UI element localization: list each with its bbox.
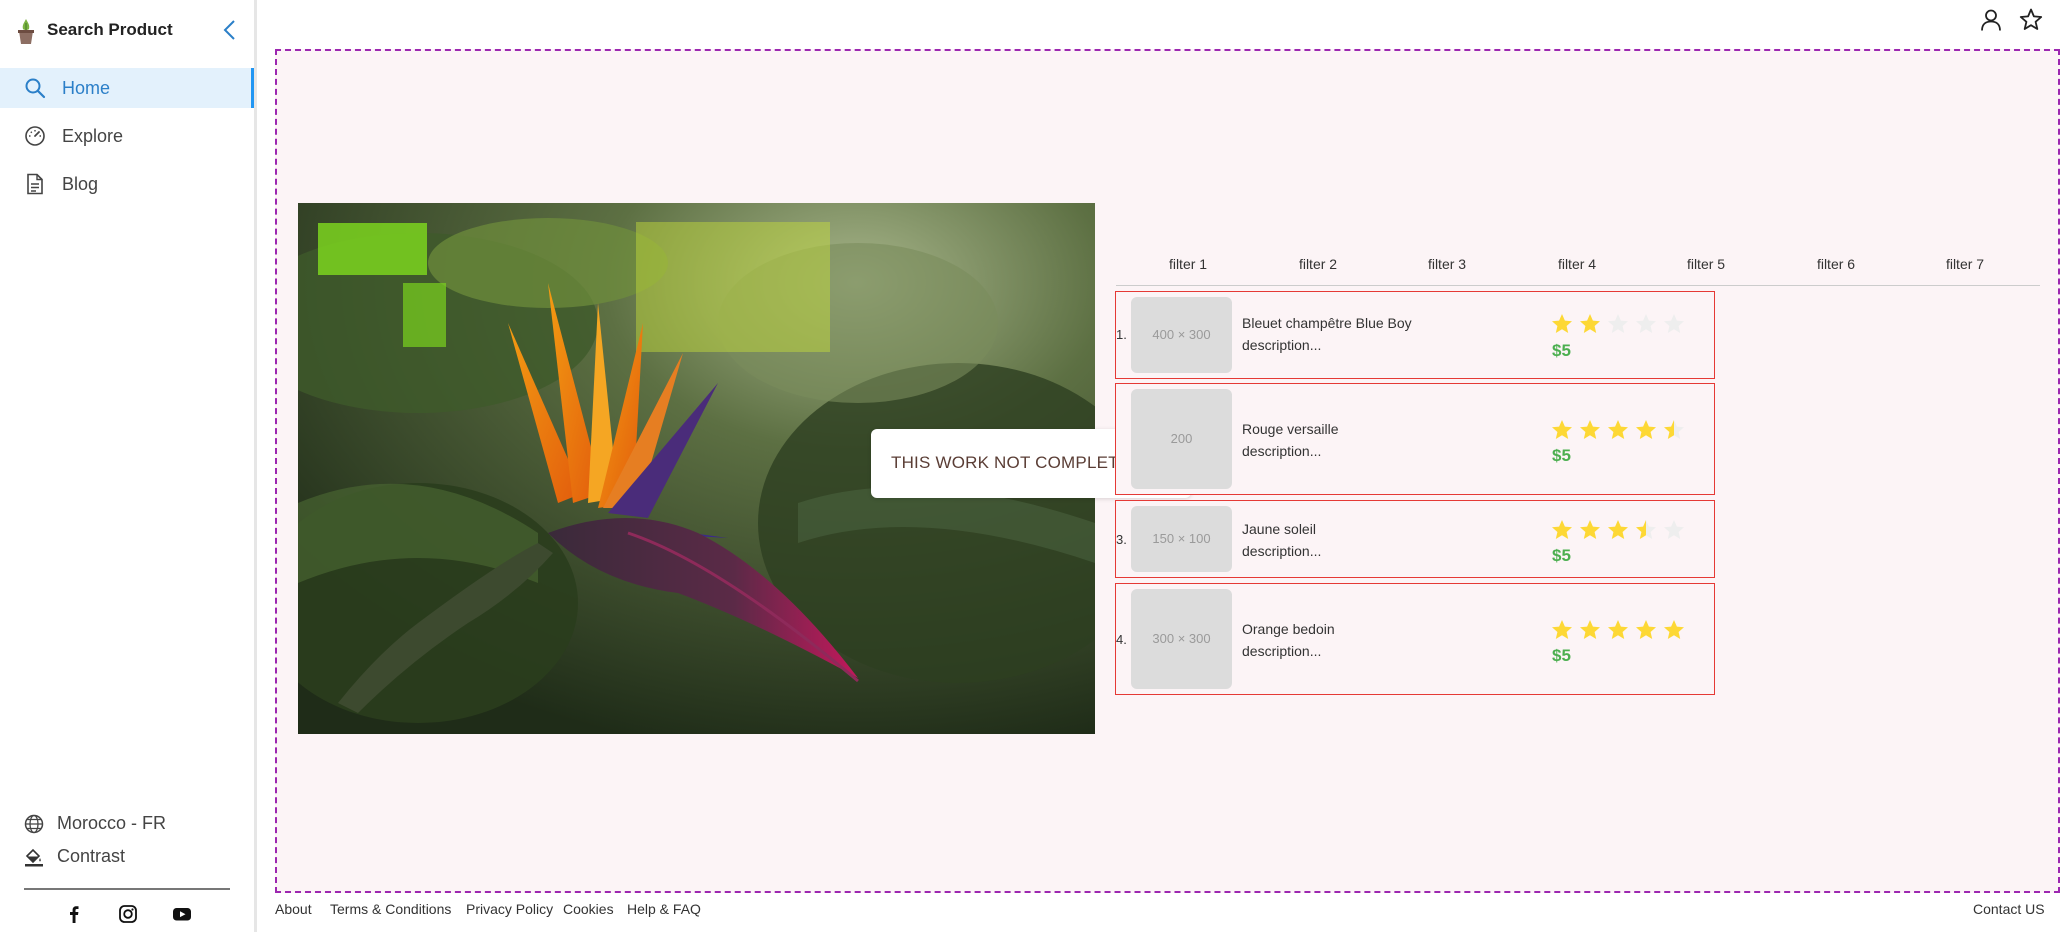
footer-link-privacy[interactable]: Privacy Policy <box>466 901 553 917</box>
footer-link-cookies[interactable]: Cookies <box>563 901 614 917</box>
rating-star-icon <box>1664 620 1684 639</box>
sidebar-item-blog[interactable]: Blog <box>0 164 254 204</box>
contrast-label: Contrast <box>57 846 126 866</box>
filter-3[interactable]: filter 3 <box>1397 256 1497 272</box>
filter-5[interactable]: filter 5 <box>1656 256 1756 272</box>
sidebar-item-label: Blog <box>62 174 99 194</box>
sidebar-item-home[interactable]: Home <box>0 68 254 108</box>
rating-star-icon <box>1552 314 1572 333</box>
youtube-icon[interactable] <box>171 903 193 925</box>
rating-star-icon <box>1580 620 1600 639</box>
rating-star-icon <box>1636 620 1656 639</box>
app-title: Search Product <box>47 20 173 39</box>
filter-2[interactable]: filter 2 <box>1268 256 1368 272</box>
rating-star-icon <box>1636 520 1656 539</box>
product-price: $5 <box>1552 646 1571 665</box>
rating-star-icon <box>1580 314 1600 333</box>
product-thumbnail: 150 × 100 <box>1131 506 1232 572</box>
sidebar-item-label: Explore <box>62 126 124 146</box>
product-name: Jaune soleil <box>1242 521 1316 537</box>
product-number: 3. <box>1116 532 1127 547</box>
search-icon <box>25 78 46 99</box>
product-description: description... <box>1242 643 1322 659</box>
product-price: $5 <box>1552 546 1571 565</box>
filter-6[interactable]: filter 6 <box>1786 256 1886 272</box>
filter-7[interactable]: filter 7 <box>1915 256 2015 272</box>
rating-star-icon <box>1608 314 1628 333</box>
footer-link-contact[interactable]: Contact US <box>1973 901 2045 917</box>
rating-star-icon <box>1664 420 1684 439</box>
rating-star-icon <box>1636 420 1656 439</box>
filter-4[interactable]: filter 4 <box>1527 256 1627 272</box>
plant-pot-logo-icon <box>18 19 34 44</box>
rating-star-icon <box>1608 520 1628 539</box>
rating-star-icon <box>1552 520 1572 539</box>
chevron-left-icon[interactable] <box>219 18 241 42</box>
product-card[interactable]: 4. 300 × 300 Orange bedoin description..… <box>1115 583 1715 695</box>
product-card[interactable]: 3. 150 × 100 Jaune soleil description...… <box>1115 500 1715 578</box>
sidebar-divider <box>24 888 230 890</box>
document-icon <box>27 173 43 195</box>
product-number: 1. <box>1116 327 1127 342</box>
rating-star-icon <box>1636 314 1656 333</box>
product-thumbnail: 300 × 300 <box>1131 589 1232 689</box>
sidebar-header: Search Product <box>0 0 254 60</box>
contrast-toggle[interactable]: Contrast <box>24 844 224 870</box>
globe-icon <box>24 814 44 834</box>
product-card[interactable]: 1. 400 × 300 Bleuet champêtre Blue Boy d… <box>1115 291 1715 379</box>
instagram-icon[interactable] <box>117 903 139 925</box>
facebook-icon[interactable] <box>63 903 85 925</box>
rating-star-icon <box>1664 520 1684 539</box>
footer-link-about[interactable]: About <box>275 901 312 917</box>
product-name: Rouge versaille <box>1242 421 1339 437</box>
rating-star-icon <box>1608 420 1628 439</box>
sidebar-item-explore[interactable]: Explore <box>0 116 254 156</box>
product-card[interactable]: 200 Rouge versaille description... $5 <box>1115 383 1715 495</box>
region-selector[interactable]: Morocco - FR <box>24 811 224 837</box>
rating-star-icon <box>1580 520 1600 539</box>
sidebar: Search Product Home Explore Blog Morocco… <box>0 0 257 932</box>
footer-link-terms[interactable]: Terms & Conditions <box>330 901 451 917</box>
star-icon[interactable] <box>2018 7 2044 33</box>
product-description: description... <box>1242 543 1322 559</box>
rating-star-icon <box>1580 420 1600 439</box>
sidebar-item-label: Home <box>62 78 111 98</box>
product-number: 4. <box>1116 632 1127 647</box>
rating-star-icon <box>1608 620 1628 639</box>
product-name: Orange bedoin <box>1242 621 1335 637</box>
rating-star-icon <box>1664 314 1684 333</box>
user-icon[interactable] <box>1978 7 2004 33</box>
filter-1[interactable]: filter 1 <box>1138 256 1238 272</box>
product-price: $5 <box>1552 446 1571 465</box>
filter-bar: filter 1 filter 2 filter 3 filter 4 filt… <box>1116 246 2040 286</box>
paint-bucket-icon <box>25 848 43 867</box>
rating-star-icon <box>1552 620 1572 639</box>
footer-link-help[interactable]: Help & FAQ <box>627 901 701 917</box>
product-description: description... <box>1242 337 1322 353</box>
region-label: Morocco - FR <box>57 813 167 833</box>
product-thumbnail: 200 <box>1131 389 1232 489</box>
product-name: Bleuet champêtre Blue Boy <box>1242 315 1412 331</box>
product-description: description... <box>1242 443 1322 459</box>
gauge-icon <box>25 126 45 146</box>
rating-star-icon <box>1552 420 1572 439</box>
product-thumbnail: 400 × 300 <box>1131 297 1232 373</box>
footer: About Terms & Conditions Privacy Policy … <box>275 899 2060 929</box>
product-price: $5 <box>1552 341 1571 360</box>
